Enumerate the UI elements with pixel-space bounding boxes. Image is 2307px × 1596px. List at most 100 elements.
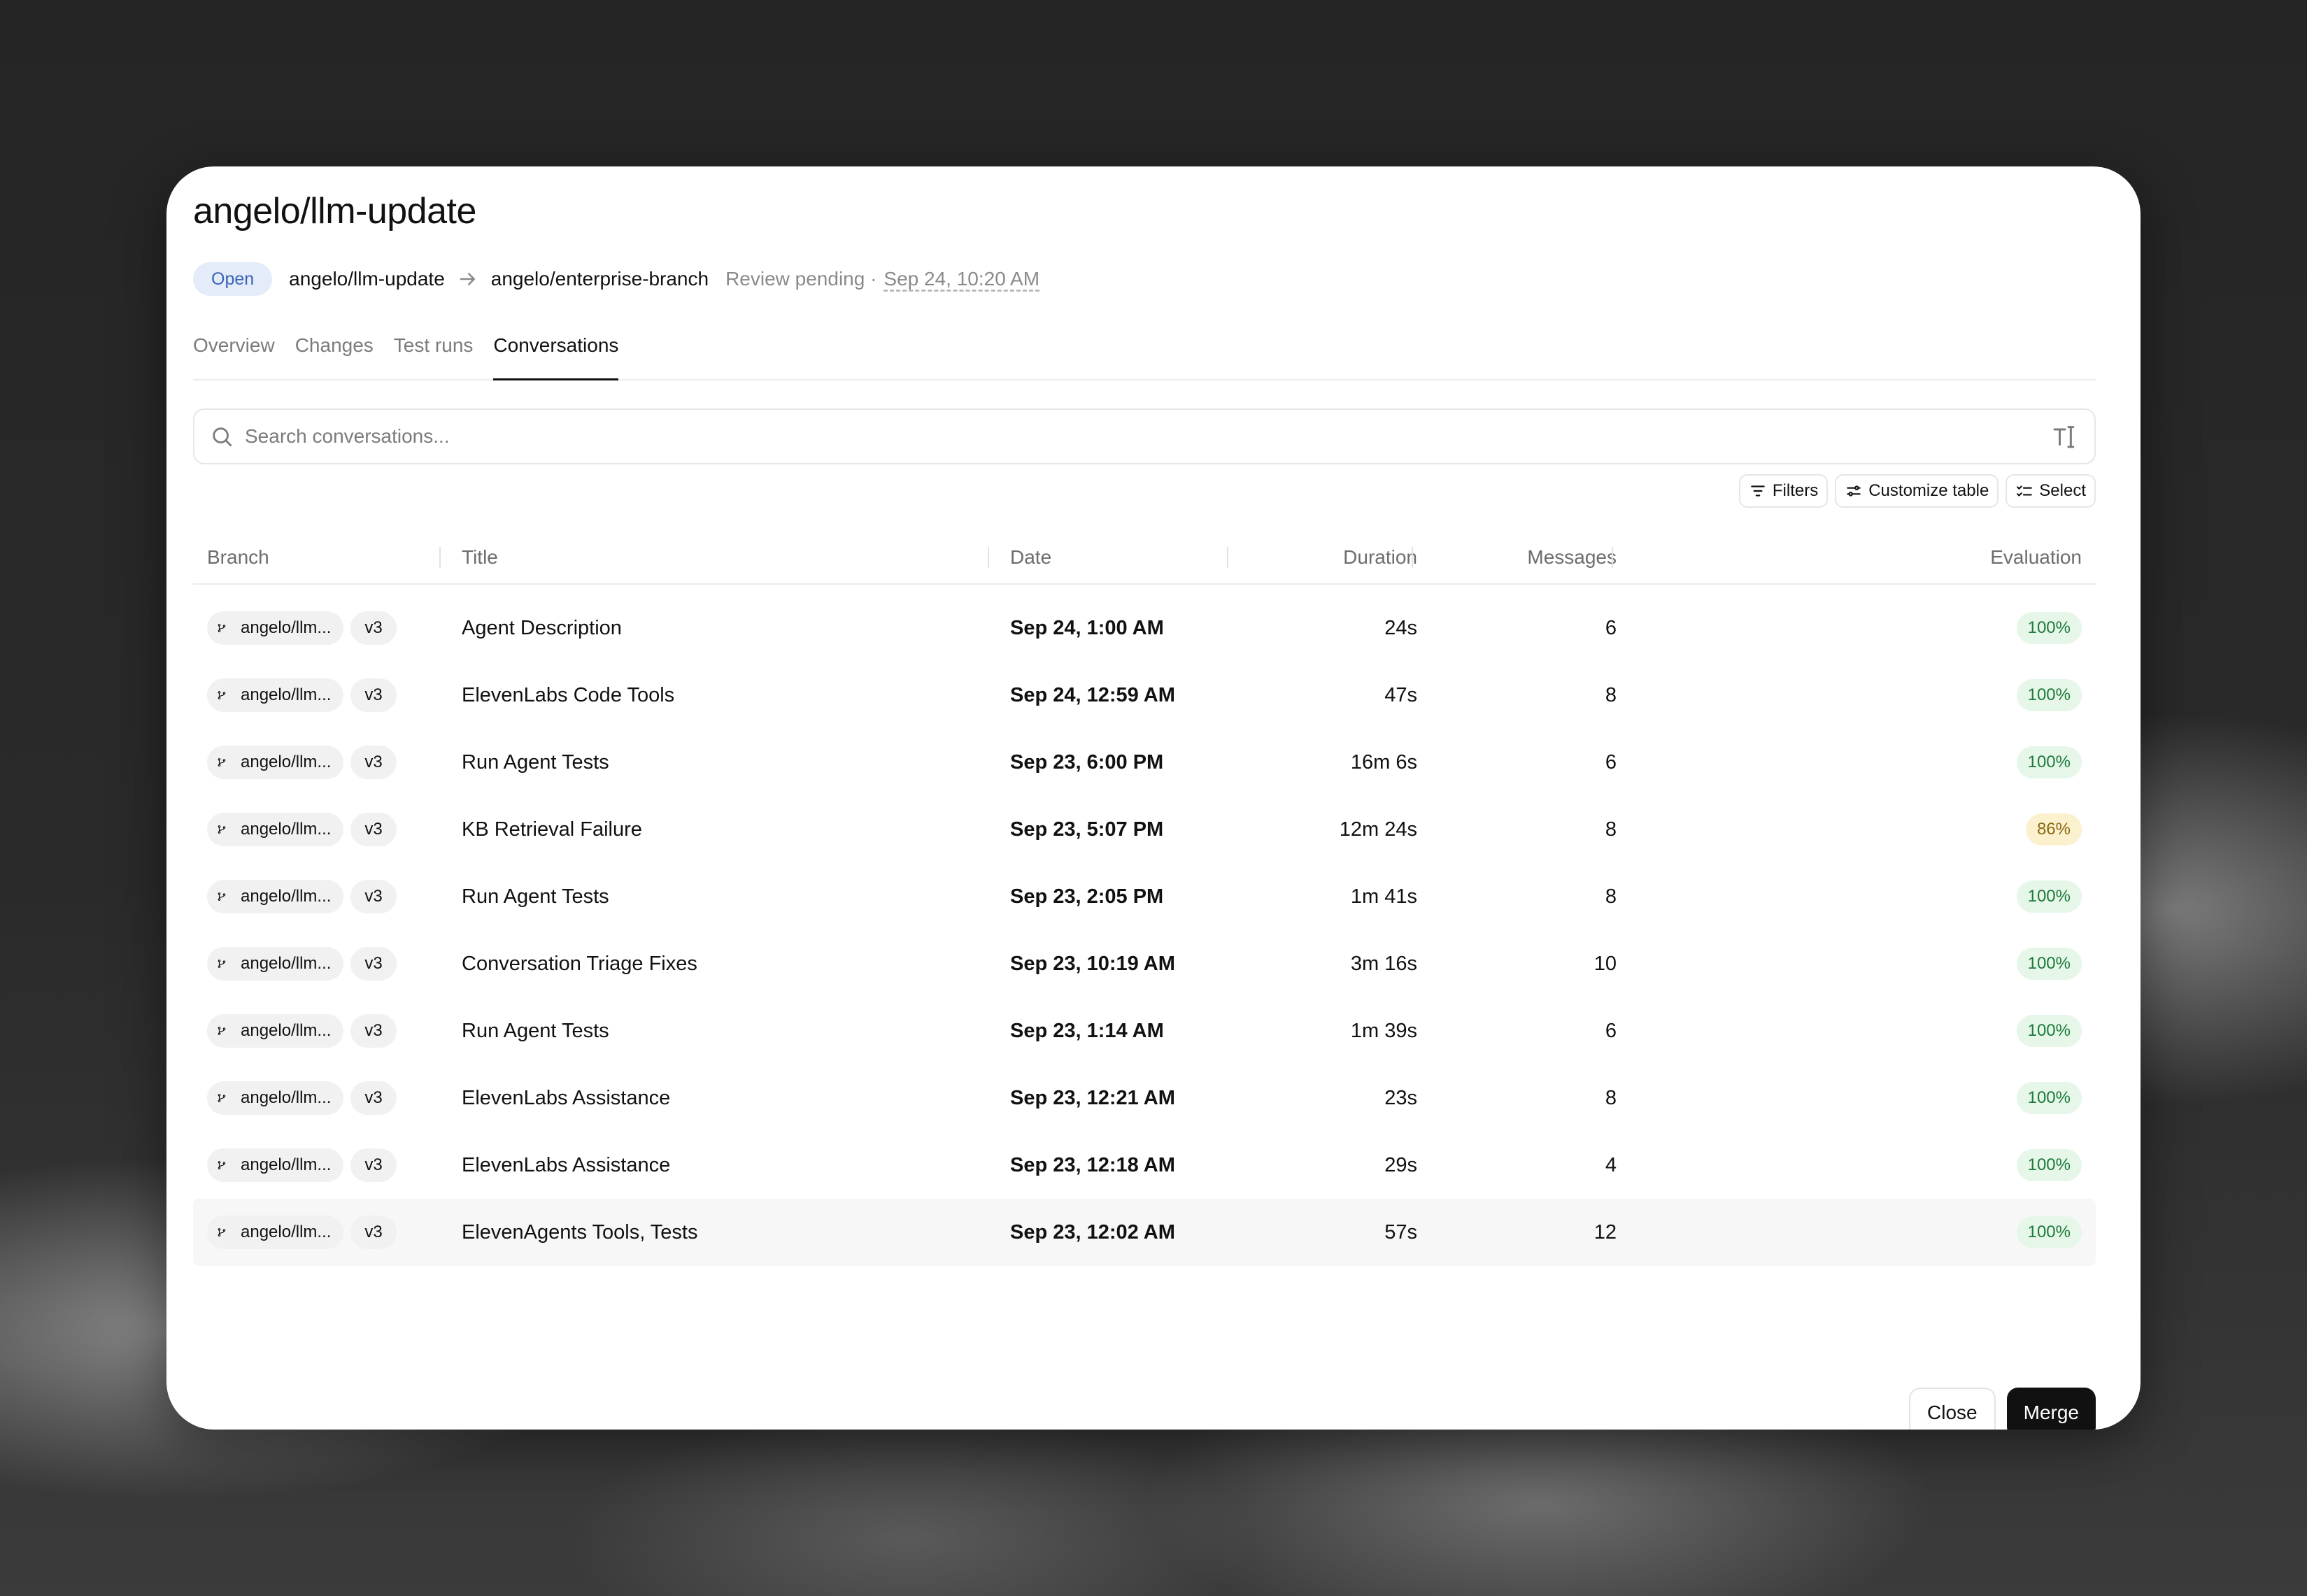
dialog-footer: Close Merge [1909, 1388, 2096, 1430]
version-pill: v3 [350, 813, 397, 846]
date-cell: Sep 24, 12:59 AM [1010, 683, 1175, 706]
branch-cell: angelo/llm... v3 [207, 594, 397, 662]
branch-name: angelo/llm... [241, 1223, 332, 1241]
branch-name: angelo/llm... [241, 618, 332, 637]
evaluation-cell: 86% [1872, 796, 2082, 863]
evaluation-badge: 100% [2016, 1149, 2082, 1181]
table-row[interactable]: angelo/llm... v3 ElevenLabs Assistance Sep … [193, 1064, 2096, 1132]
checklist-icon [2017, 485, 2033, 497]
status-badge: Open [193, 262, 273, 296]
dialog-title: angelo/llm-update [193, 191, 476, 231]
table-row[interactable]: angelo/llm... v3 Agent Description Sep 24, … [193, 594, 2096, 662]
table-row[interactable]: angelo/llm... v3 Run Agent Tests Sep 23, 2:… [193, 863, 2096, 930]
evaluation-cell: 100% [1872, 1132, 2082, 1199]
title-cell: Agent Description [462, 616, 622, 639]
title-cell: Conversation Triage Fixes [462, 952, 697, 975]
review-date[interactable]: Sep 24, 10:20 AM [883, 268, 1039, 290]
branch-cell: angelo/llm... v3 [207, 796, 397, 863]
filters-label: Filters [1772, 481, 1819, 500]
date-cell: Sep 23, 12:18 AM [1010, 1153, 1175, 1176]
table-row[interactable]: angelo/llm... v3 KB Retrieval Failure Sep 2… [193, 796, 2096, 863]
git-branch-icon [217, 1224, 234, 1241]
column-header-evaluation[interactable]: Evaluation [1872, 530, 2082, 585]
column-header-messages[interactable]: Messages [1438, 530, 1617, 585]
arrow-right-icon [457, 269, 478, 290]
duration-cell: 12m 24s [1339, 818, 1417, 841]
title-cell: Run Agent Tests [462, 885, 609, 908]
version-pill: v3 [350, 678, 397, 712]
table-row[interactable]: angelo/llm... v3 ElevenLabs Assistance Sep … [193, 1132, 2096, 1199]
tab-changes[interactable]: Changes [295, 332, 374, 380]
git-branch-icon [217, 620, 234, 636]
branch-pill: angelo/llm... [207, 678, 344, 712]
filter-icon [1751, 485, 1765, 497]
branch-pill: angelo/llm... [207, 1216, 344, 1249]
merge-button[interactable]: Merge [2006, 1388, 2096, 1430]
column-header-duration[interactable]: Duration [1242, 530, 1417, 585]
messages-cell: 8 [1605, 683, 1617, 706]
column-divider[interactable] [1412, 547, 1413, 568]
search-input[interactable] [245, 425, 2051, 448]
duration-cell: 3m 16s [1350, 952, 1417, 975]
tab-conversations[interactable]: Conversations [493, 332, 619, 380]
column-header-date[interactable]: Date [1010, 530, 1051, 585]
column-header-branch[interactable]: Branch [207, 530, 269, 585]
branch-name: angelo/llm... [241, 753, 332, 771]
column-divider[interactable] [1227, 547, 1228, 568]
messages-cell: 8 [1605, 885, 1617, 908]
evaluation-badge: 100% [2016, 1082, 2082, 1114]
review-status: Review pending · [725, 268, 877, 290]
messages-cell: 6 [1605, 616, 1617, 639]
version-pill: v3 [350, 1081, 397, 1115]
date-cell: Sep 23, 10:19 AM [1010, 952, 1175, 975]
filters-button[interactable]: Filters [1738, 474, 1829, 508]
evaluation-badge: 86% [2025, 813, 2082, 846]
date-cell: Sep 23, 6:00 PM [1010, 750, 1164, 774]
version-pill: v3 [350, 1216, 397, 1249]
column-header-title[interactable]: Title [462, 530, 498, 585]
messages-cell: 4 [1605, 1153, 1617, 1176]
close-button[interactable]: Close [1909, 1388, 1996, 1430]
text-search-mode-icon[interactable] [2051, 422, 2079, 450]
table-row[interactable]: angelo/llm... v3 Conversation Triage Fixes… [193, 930, 2096, 997]
column-divider[interactable] [1612, 547, 1613, 568]
title-cell: ElevenAgents Tools, Tests [462, 1220, 698, 1244]
title-cell: ElevenLabs Assistance [462, 1086, 671, 1109]
branch-name: angelo/llm... [241, 1155, 332, 1174]
customize-table-button[interactable]: Customize table [1835, 474, 1999, 508]
git-branch-icon [217, 1157, 234, 1174]
table-row[interactable]: angelo/llm... v3 ElevenAgents Tools, Tests… [193, 1199, 2096, 1266]
tab-test-runs[interactable]: Test runs [394, 332, 474, 380]
evaluation-cell: 100% [1872, 997, 2082, 1064]
table-row[interactable]: angelo/llm... v3 Run Agent Tests Sep 23, 6:… [193, 729, 2096, 796]
table-row[interactable]: angelo/llm... v3 Run Agent Tests Sep 23, 1:… [193, 997, 2096, 1064]
title-cell: KB Retrieval Failure [462, 818, 642, 841]
evaluation-cell: 100% [1872, 863, 2082, 930]
date-cell: Sep 23, 2:05 PM [1010, 885, 1164, 908]
search-icon [210, 425, 234, 448]
column-divider[interactable] [439, 547, 441, 568]
version-pill: v3 [350, 1014, 397, 1048]
pull-request-dialog: angelo/llm-update Open angelo/llm-update… [166, 166, 2141, 1430]
evaluation-cell: 100% [1872, 930, 2082, 997]
source-branch: angelo/llm-update [289, 268, 445, 290]
git-branch-icon [217, 754, 234, 771]
evaluation-badge: 100% [2016, 746, 2082, 778]
git-branch-icon [217, 1090, 234, 1106]
date-cell: Sep 23, 1:14 AM [1010, 1019, 1164, 1042]
tab-overview[interactable]: Overview [193, 332, 275, 380]
branch-pill: angelo/llm... [207, 746, 344, 779]
messages-cell: 6 [1605, 1019, 1617, 1042]
version-pill: v3 [350, 880, 397, 913]
branch-name: angelo/llm... [241, 887, 332, 906]
table-body: angelo/llm... v3 Agent Description Sep 24, … [193, 585, 2096, 1266]
select-button[interactable]: Select [2006, 474, 2096, 508]
column-divider[interactable] [988, 547, 989, 568]
date-cell: Sep 23, 12:21 AM [1010, 1086, 1175, 1109]
evaluation-badge: 100% [2016, 679, 2082, 711]
git-branch-icon [217, 955, 234, 972]
branch-name: angelo/llm... [241, 1088, 332, 1107]
table-row[interactable]: angelo/llm... v3 ElevenLabs Code Tools Sep … [193, 662, 2096, 729]
date-cell: Sep 24, 1:00 AM [1010, 616, 1164, 639]
evaluation-badge: 100% [2016, 612, 2082, 644]
